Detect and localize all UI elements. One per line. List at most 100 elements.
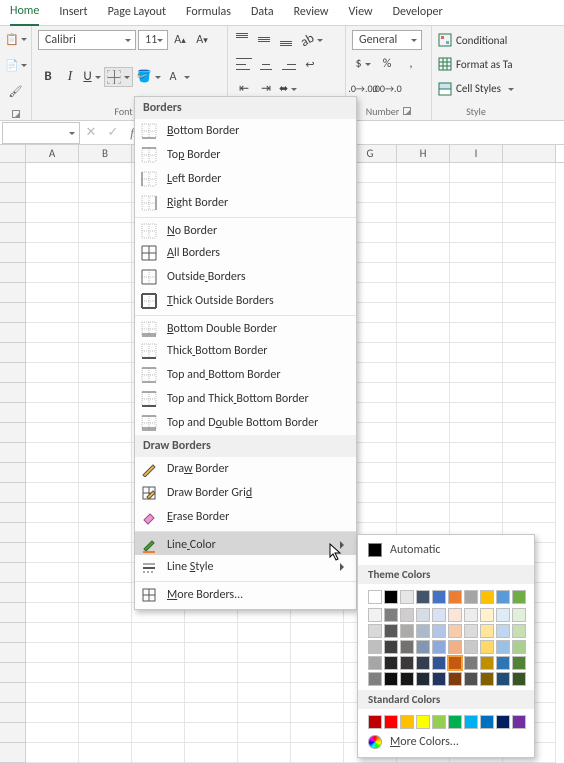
cell[interactable] (450, 503, 503, 523)
color-swatch[interactable] (432, 608, 446, 622)
row-header[interactable] (0, 283, 26, 303)
row-header[interactable] (0, 743, 26, 763)
cell[interactable] (26, 443, 79, 463)
color-swatch[interactable] (464, 624, 478, 638)
cell[interactable] (79, 263, 132, 283)
row-header[interactable] (0, 183, 26, 203)
cell[interactable] (26, 243, 79, 263)
cell[interactable] (291, 643, 344, 663)
color-swatch[interactable] (464, 715, 478, 729)
color-swatch[interactable] (384, 640, 398, 654)
cell[interactable] (238, 643, 291, 663)
cancel-entry-button[interactable]: ✕ (80, 125, 102, 140)
cell[interactable] (79, 463, 132, 483)
cell[interactable] (291, 623, 344, 643)
row-header[interactable] (0, 223, 26, 243)
color-swatch[interactable] (416, 672, 430, 686)
color-swatch[interactable] (400, 672, 414, 686)
color-swatch[interactable] (400, 624, 414, 638)
color-swatch[interactable] (512, 672, 526, 686)
cell[interactable] (26, 743, 79, 763)
row-header[interactable] (0, 423, 26, 443)
menu-item-top[interactable]: Top Border (135, 143, 356, 167)
menu-item-outside[interactable]: Outside Borders (135, 265, 356, 289)
color-swatch[interactable] (512, 640, 526, 654)
clipboard-dialog-launcher[interactable] (12, 110, 20, 118)
column-header[interactable]: H (397, 145, 450, 162)
color-swatch[interactable] (384, 715, 398, 729)
row-header[interactable] (0, 663, 26, 683)
cell[interactable] (503, 383, 556, 403)
cell[interactable] (26, 303, 79, 323)
color-swatch[interactable] (496, 672, 510, 686)
cell[interactable] (79, 383, 132, 403)
menu-item-top_thick_bottom[interactable]: Top and Thick Bottom Border (135, 387, 356, 411)
color-swatch[interactable] (512, 608, 526, 622)
cell[interactable] (26, 223, 79, 243)
column-header[interactable] (503, 145, 556, 162)
row-header[interactable] (0, 563, 26, 583)
color-swatch[interactable] (432, 672, 446, 686)
font-size-select[interactable]: 11 (138, 30, 168, 50)
color-swatch[interactable] (512, 624, 526, 638)
color-swatch[interactable] (448, 608, 462, 622)
cell[interactable] (26, 283, 79, 303)
fill-color-button[interactable]: 🪣 (135, 67, 162, 87)
color-swatch[interactable] (368, 715, 382, 729)
cell[interactable] (397, 383, 450, 403)
cell[interactable] (238, 683, 291, 703)
menu-item-thick_bottom[interactable]: Thick Bottom Border (135, 339, 356, 363)
tab-formulas[interactable]: Formulas (186, 5, 231, 25)
column-header[interactable]: I (450, 145, 503, 162)
row-header[interactable] (0, 403, 26, 423)
cell[interactable] (450, 243, 503, 263)
color-swatch[interactable] (512, 590, 526, 604)
cell[interactable] (503, 343, 556, 363)
cell[interactable] (397, 463, 450, 483)
color-swatch[interactable] (416, 715, 430, 729)
automatic-color-item[interactable]: Automatic (358, 539, 534, 561)
cell[interactable] (503, 323, 556, 343)
cell[interactable] (397, 483, 450, 503)
cell[interactable] (397, 423, 450, 443)
font-name-select[interactable]: Calibri (38, 30, 136, 50)
cell[interactable] (26, 703, 79, 723)
cell[interactable] (397, 303, 450, 323)
cell[interactable] (238, 743, 291, 763)
cell[interactable] (503, 243, 556, 263)
color-swatch[interactable] (384, 590, 398, 604)
cell[interactable] (291, 683, 344, 703)
cell[interactable] (450, 483, 503, 503)
italic-button[interactable]: I (60, 67, 80, 87)
cell[interactable] (503, 443, 556, 463)
align-top-button[interactable] (234, 30, 254, 50)
percent-format-button[interactable]: % (376, 54, 398, 74)
cell[interactable] (79, 663, 132, 683)
color-swatch[interactable] (416, 656, 430, 670)
cell[interactable] (79, 363, 132, 383)
cell[interactable] (503, 483, 556, 503)
cell[interactable] (238, 723, 291, 743)
row-header[interactable] (0, 263, 26, 283)
tab-review[interactable]: Review (294, 5, 329, 25)
color-swatch[interactable] (368, 624, 382, 638)
menu-item-line_color[interactable]: Line Color (135, 531, 356, 555)
color-swatch[interactable] (368, 608, 382, 622)
cell[interactable] (26, 563, 79, 583)
menu-item-top_bottom[interactable]: Top and Bottom Border (135, 363, 356, 387)
color-swatch[interactable] (480, 590, 494, 604)
color-swatch[interactable] (384, 608, 398, 622)
cell[interactable] (79, 543, 132, 563)
cell[interactable] (503, 303, 556, 323)
align-bottom-button[interactable] (278, 30, 298, 50)
color-swatch[interactable] (384, 624, 398, 638)
menu-item-right[interactable]: Right Border (135, 191, 356, 215)
orientation-button[interactable]: ab (300, 30, 324, 50)
cell[interactable] (503, 363, 556, 383)
increase-font-size-button[interactable]: A▴ (170, 30, 190, 50)
color-swatch[interactable] (512, 715, 526, 729)
cell[interactable] (79, 523, 132, 543)
color-swatch[interactable] (448, 715, 462, 729)
cell[interactable] (238, 623, 291, 643)
cell[interactable] (450, 343, 503, 363)
